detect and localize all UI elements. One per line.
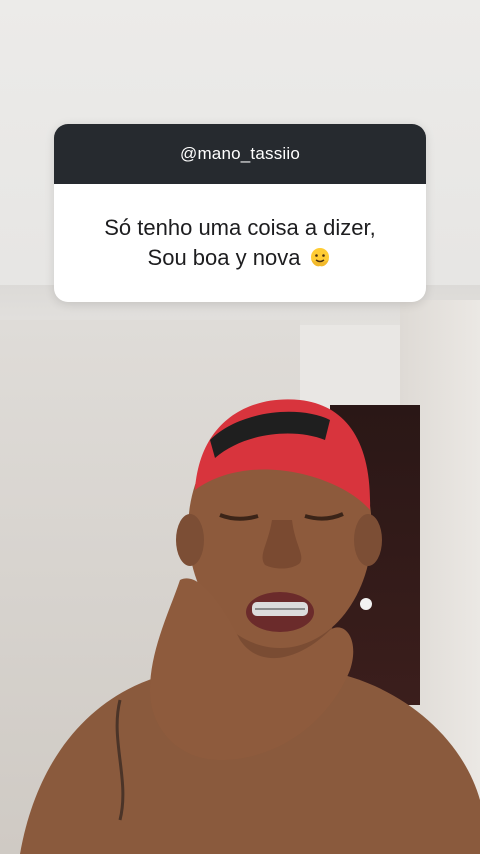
question-message-body: Só tenho uma coisa a dizer, Sou boa y no… xyxy=(54,184,426,302)
username-text: @mano_tassiio xyxy=(179,144,301,163)
message-line-2-wrap: Sou boa y nova xyxy=(148,243,333,273)
message-line-1: Só tenho uma coisa a dizer, xyxy=(104,215,376,240)
person-figure xyxy=(20,399,480,854)
question-sticker-card[interactable]: @mano_tassiio Só tenho uma coisa a dizer… xyxy=(54,124,426,302)
question-username-header: @mano_tassiio xyxy=(54,124,426,184)
message-line-2: Sou boa y nova xyxy=(147,245,301,270)
melting-face-emoji-icon xyxy=(311,248,330,267)
